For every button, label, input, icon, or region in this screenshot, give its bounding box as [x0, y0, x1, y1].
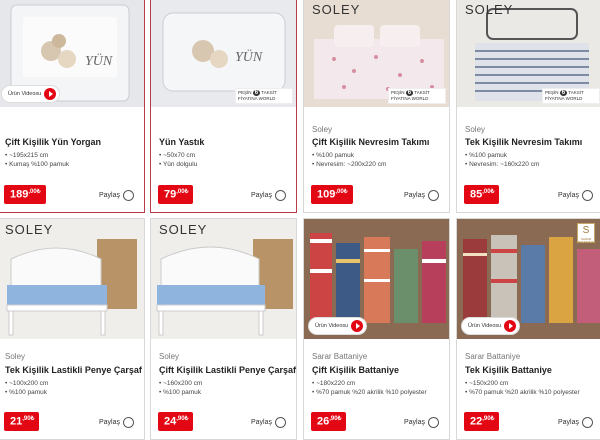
product-card-single-fitted-sheet[interactable]: SOLEY Soley Tek Kişilik Lastikli Penye Ç…	[0, 218, 145, 440]
product-image[interactable]: YÜN Ürün Videosu	[0, 0, 144, 107]
product-features: ~160x200 cm %100 pamuk	[159, 379, 202, 397]
product-video-button[interactable]: Ürün Videosu	[461, 317, 521, 335]
installment-badge: PEŞİN 6 TAKSİT FİYATINA WORLD	[542, 88, 600, 104]
product-video-button[interactable]: Ürün Videosu	[308, 317, 368, 335]
share-button[interactable]: Paylaş	[404, 417, 439, 428]
product-brand: Soley	[312, 125, 333, 134]
price-tag: 79,00₺	[158, 185, 194, 204]
feature-item: %100 pamuk	[465, 151, 539, 160]
product-title[interactable]: Tek Kişilik Battaniye	[465, 365, 552, 375]
white-bed-image	[0, 219, 144, 339]
price-tag: 85,00₺	[464, 185, 500, 204]
feature-item: ~100x200 cm	[5, 379, 48, 388]
share-radio-icon[interactable]	[275, 417, 286, 428]
feature-item: ~160x200 cm	[159, 379, 202, 388]
feature-item: ~50x70 cm	[159, 151, 197, 160]
product-features: ~100x200 cm %100 pamuk	[5, 379, 48, 397]
product-image[interactable]: SOLEY PEŞİN 6 TAKSİT FİYATINA WORLD	[304, 0, 449, 107]
product-card-double-duvet-set[interactable]: SOLEY PEŞİN 6 TAKSİT FİYATINA WORLD Soley…	[303, 0, 450, 213]
product-title[interactable]: Çift Kişilik Lastikli Penye Çarşaf	[159, 365, 296, 375]
product-image[interactable]: YÜN PEŞİN 6 TAKSİT FİYATINA WORLD	[151, 0, 296, 107]
share-button[interactable]: Paylaş	[251, 417, 286, 428]
price-tag: 24,90₺	[158, 412, 194, 431]
product-image[interactable]: S SARAR BATTANİYE Ürün Videosu	[457, 219, 600, 339]
video-label: Ürün Videosu	[8, 91, 42, 97]
feature-item: %100 pamuk	[5, 388, 48, 397]
installment-badge: PEŞİN 6 TAKSİT FİYATINA WORLD	[235, 88, 293, 104]
product-card-double-fitted-sheet[interactable]: SOLEY Soley Çift Kişilik Lastikli Penye …	[150, 218, 297, 440]
sarar-logo: S SARAR BATTANİYE	[577, 223, 595, 244]
product-brand: Soley	[5, 352, 26, 361]
feature-item: %100 pamuk	[159, 388, 202, 397]
product-title[interactable]: Tek Kişilik Lastikli Penye Çarşaf	[5, 365, 142, 375]
installment-badge: PEŞİN 6 TAKSİT FİYATINA WORLD	[388, 88, 446, 104]
feature-item: Yün dolgulu	[159, 160, 197, 169]
feature-item: ~180x220 cm	[312, 379, 427, 388]
share-button[interactable]: Paylaş	[251, 190, 286, 201]
product-features: ~50x70 cm Yün dolgulu	[159, 151, 197, 169]
share-button[interactable]: Paylaş	[99, 417, 134, 428]
feature-item: Nevresim: ~160x220 cm	[465, 160, 539, 169]
product-card-single-blanket[interactable]: S SARAR BATTANİYE Ürün Videosu Sarar Batt…	[456, 218, 600, 440]
price-tag: 109,00₺	[311, 185, 353, 204]
product-title[interactable]: Tek Kişilik Nevresim Takımı	[465, 137, 582, 147]
feature-item: %100 pamuk	[312, 151, 386, 160]
product-brand: Soley	[159, 352, 180, 361]
share-radio-icon[interactable]	[123, 417, 134, 428]
price-tag: 26,90₺	[311, 412, 347, 431]
soley-logo: SOLEY	[465, 2, 514, 17]
product-card-wool-pillow[interactable]: YÜN PEŞİN 6 TAKSİT FİYATINA WORLD Yün Yas…	[150, 0, 297, 213]
product-image[interactable]: SOLEY PEŞİN 6 TAKSİT FİYATINA WORLD	[457, 0, 600, 107]
share-radio-icon[interactable]	[428, 190, 439, 201]
video-label: Ürün Videosu	[315, 323, 349, 329]
white-bed-image	[151, 219, 296, 339]
play-icon	[44, 88, 57, 100]
feature-item: ~150x200 cm	[465, 379, 580, 388]
product-image[interactable]: SOLEY	[151, 219, 296, 339]
feature-item: ~195x215 cm	[5, 151, 69, 160]
product-brand: Sarar Battaniye	[312, 352, 368, 361]
share-button[interactable]: Paylaş	[558, 417, 593, 428]
svg-text:YÜN: YÜN	[235, 48, 263, 65]
soley-logo: SOLEY	[159, 222, 208, 237]
product-video-button[interactable]: Ürün Videosu	[1, 85, 61, 103]
feature-item: Nevresim: ~200x220 cm	[312, 160, 386, 169]
soley-logo: SOLEY	[5, 222, 54, 237]
product-features: %100 pamuk Nevresim: ~160x220 cm	[465, 151, 539, 169]
product-card-wool-duvet[interactable]: YÜN Ürün Videosu Çift Kişilik Yün Yorgan…	[0, 0, 145, 213]
feature-item: %70 pamuk %20 akrilik %10 polyester	[312, 388, 427, 397]
svg-text:YÜN: YÜN	[85, 52, 113, 69]
product-card-single-duvet-set[interactable]: SOLEY PEŞİN 6 TAKSİT FİYATINA WORLD Soley…	[456, 0, 600, 213]
share-radio-icon[interactable]	[582, 190, 593, 201]
product-card-double-blanket[interactable]: Ürün Videosu Sarar Battaniye Çift Kişili…	[303, 218, 450, 440]
product-features: ~150x200 cm %70 pamuk %20 akrilik %10 po…	[465, 379, 580, 397]
product-brand: Sarar Battaniye	[465, 352, 521, 361]
video-label: Ürün Videosu	[468, 323, 502, 329]
share-radio-icon[interactable]	[582, 417, 593, 428]
share-radio-icon[interactable]	[275, 190, 286, 201]
product-image[interactable]: SOLEY	[0, 219, 144, 339]
soley-logo: SOLEY	[312, 2, 361, 17]
share-button[interactable]: Paylaş	[404, 190, 439, 201]
share-button[interactable]: Paylaş	[558, 190, 593, 201]
product-title[interactable]: Çift Kişilik Nevresim Takımı	[312, 137, 429, 147]
product-features: ~195x215 cm Kumaş %100 pamuk	[5, 151, 69, 169]
share-radio-icon[interactable]	[123, 190, 134, 201]
product-brand: Soley	[465, 125, 486, 134]
price-tag: 21,90₺	[4, 412, 40, 431]
play-icon	[351, 320, 364, 332]
price-tag: 22,90₺	[464, 412, 500, 431]
product-features: ~180x220 cm %70 pamuk %20 akrilik %10 po…	[312, 379, 427, 397]
feature-item: %70 pamuk %20 akrilik %10 polyester	[465, 388, 580, 397]
product-title[interactable]: Çift Kişilik Battaniye	[312, 365, 399, 375]
product-title[interactable]: Çift Kişilik Yün Yorgan	[5, 137, 101, 147]
price-tag: 189,00₺	[4, 185, 46, 204]
share-button[interactable]: Paylaş	[99, 190, 134, 201]
play-icon	[504, 320, 517, 332]
product-features: %100 pamuk Nevresim: ~200x220 cm	[312, 151, 386, 169]
feature-item: Kumaş %100 pamuk	[5, 160, 69, 169]
product-title[interactable]: Yün Yastık	[159, 137, 204, 147]
share-radio-icon[interactable]	[428, 417, 439, 428]
product-image[interactable]: Ürün Videosu	[304, 219, 449, 339]
